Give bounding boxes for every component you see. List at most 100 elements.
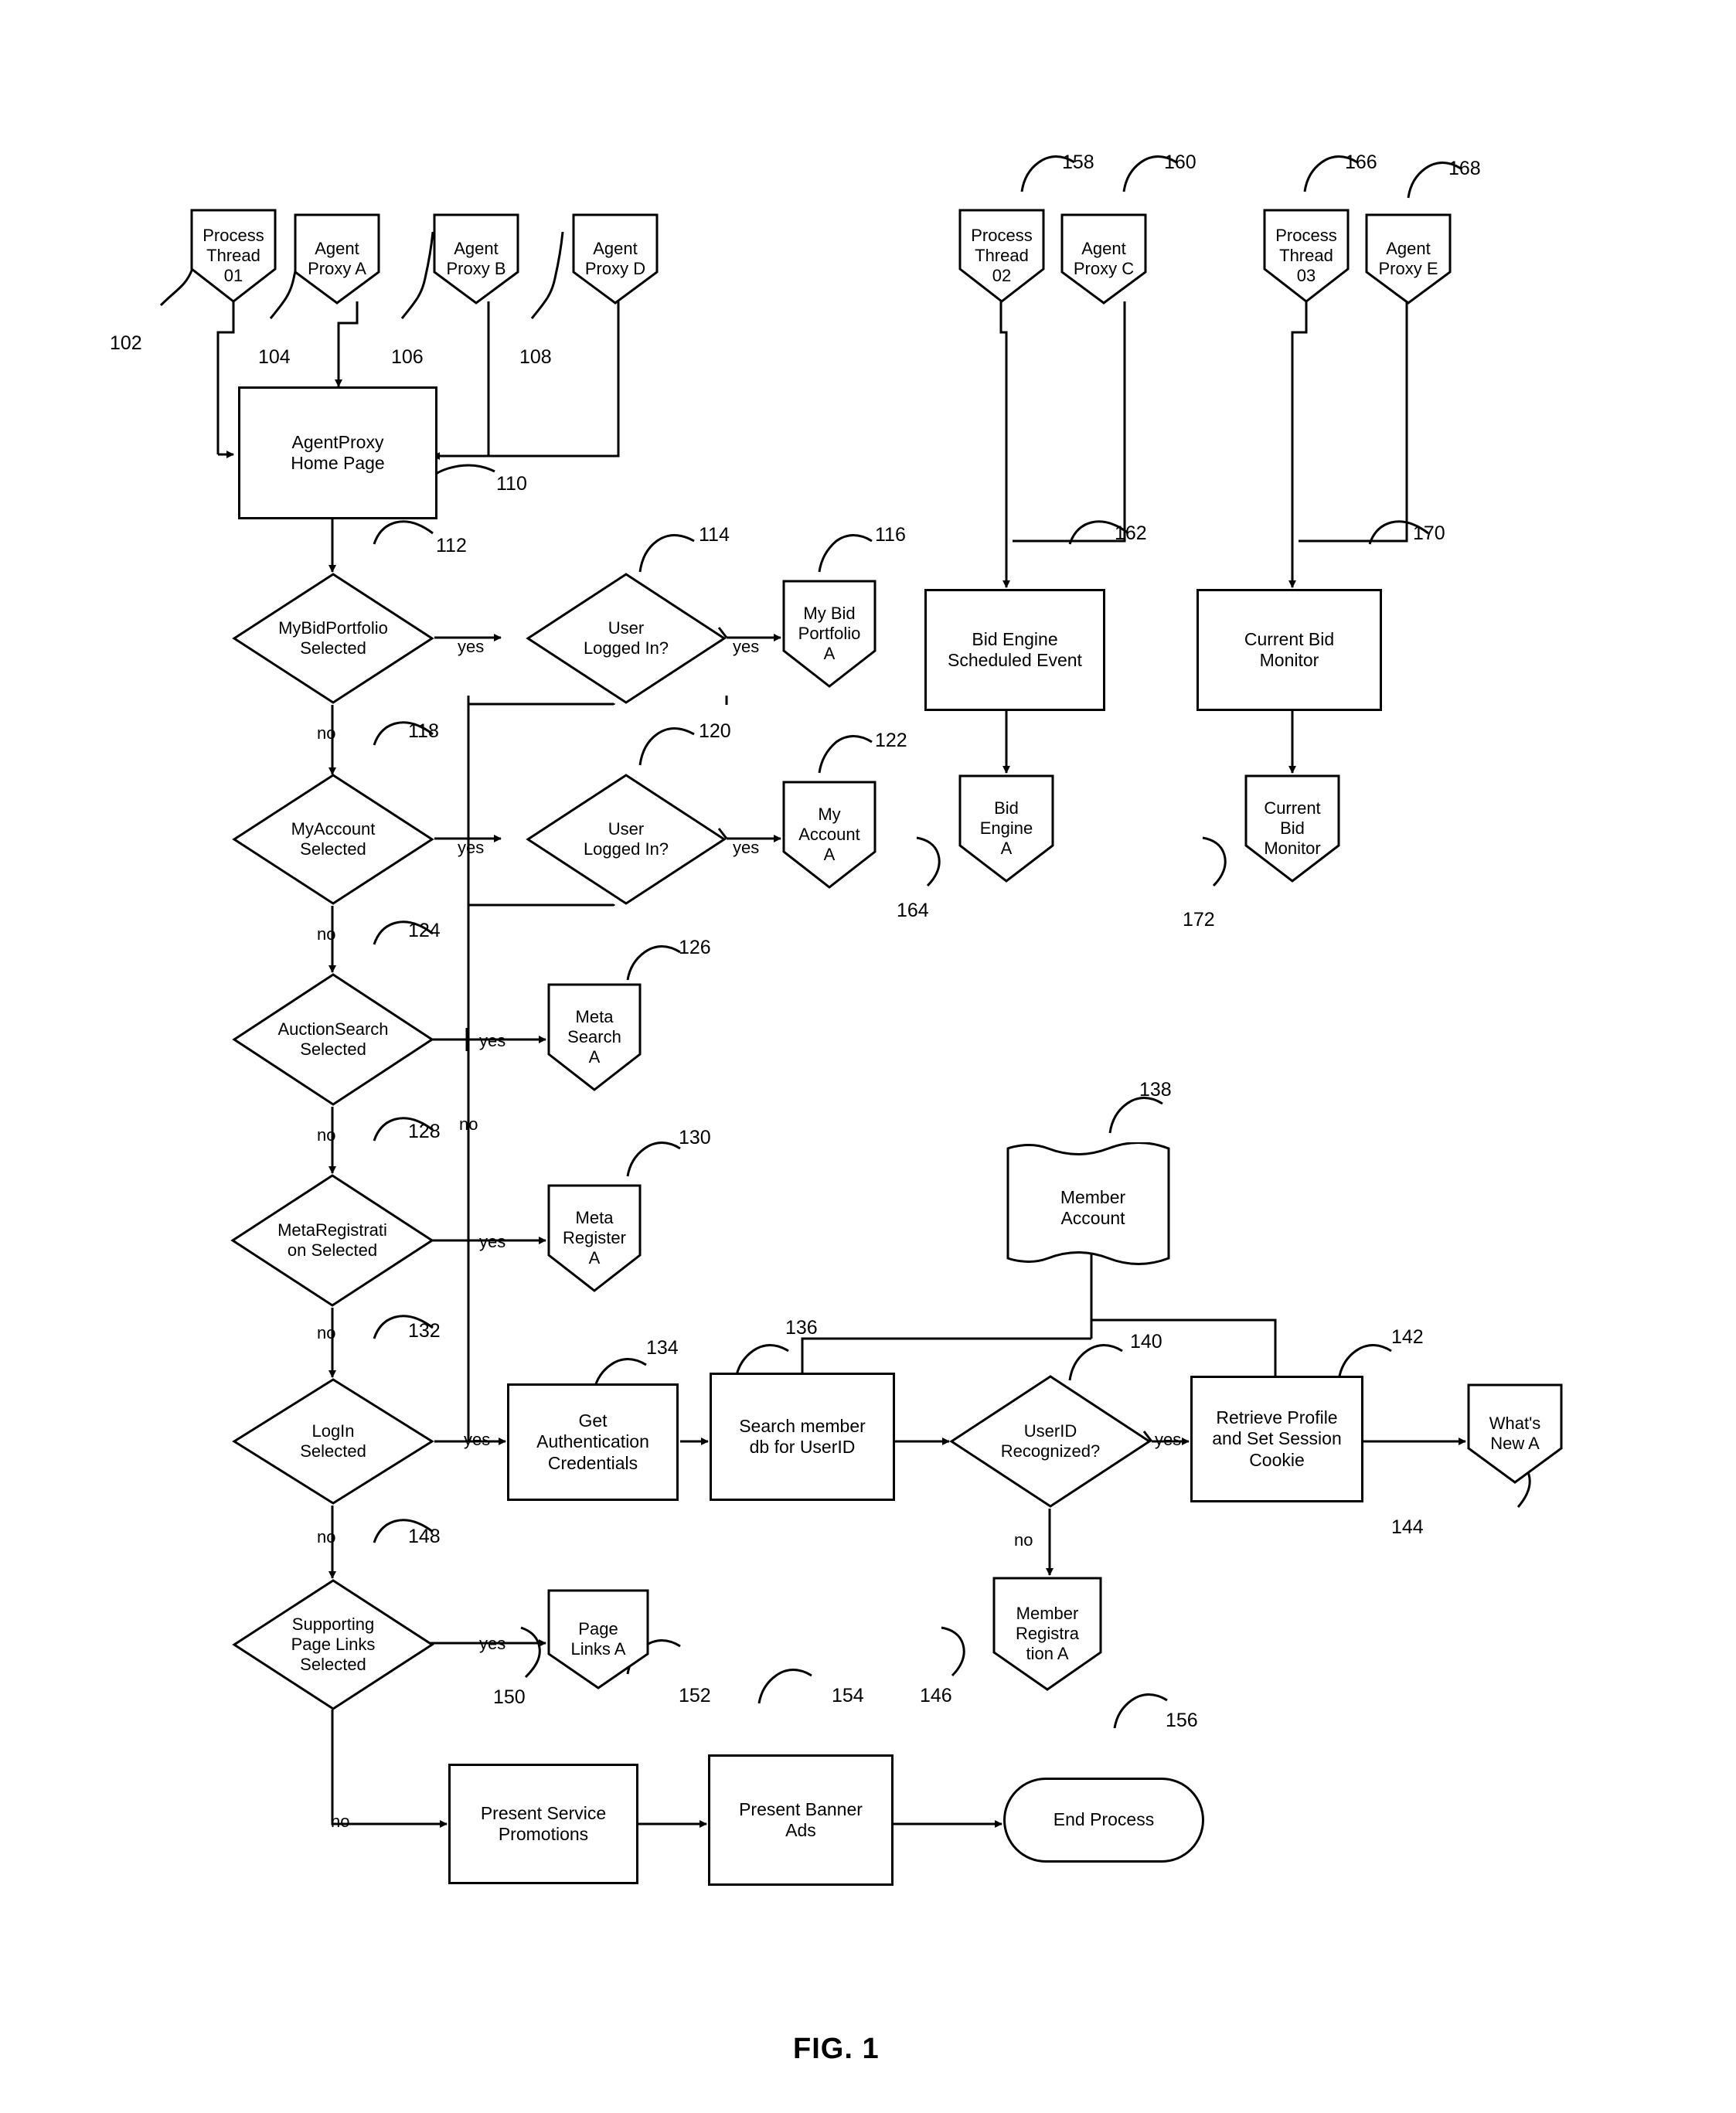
node-label: Get Authentication Credentials: [536, 1410, 649, 1473]
node-label: Meta Register A: [563, 1208, 626, 1267]
node-process-thread-01: Process Thread 01: [190, 209, 277, 303]
node-bid-engine-scheduled-event: Bid Engine Scheduled Event: [924, 589, 1105, 711]
edge-label-yes: yes: [464, 1430, 491, 1449]
node-auctionsearch-selected: AuctionSearch Selected: [232, 972, 434, 1107]
ref-number-110: 110: [496, 473, 527, 495]
node-label: MyAccount Selected: [291, 819, 376, 859]
node-label: MetaRegistrati on Selected: [277, 1220, 387, 1260]
node-label: Process Thread 01: [203, 226, 264, 285]
node-present-service-promotions: Present Service Promotions: [448, 1764, 638, 1884]
node-label: Meta Search A: [567, 1007, 621, 1067]
figure-sheet: Process Thread 01 Agent Proxy A Agent Pr…: [0, 0, 1736, 2113]
ref-number-136: 136: [785, 1317, 818, 1339]
node-label: Member Registra tion A: [1016, 1604, 1079, 1663]
node-meta-register-a: Meta Register A: [547, 1184, 642, 1292]
edge-label-yes: yes: [1155, 1430, 1182, 1449]
node-label: AuctionSearch Selected: [277, 1019, 389, 1059]
node-present-banner-ads: Present Banner Ads: [708, 1754, 894, 1886]
ref-number-170: 170: [1413, 522, 1445, 544]
node-label: Bid Engine A: [979, 798, 1033, 858]
edge-label-no: no: [1014, 1530, 1033, 1550]
ref-number-122: 122: [875, 730, 907, 751]
node-agent-proxy-d: Agent Proxy D: [572, 213, 659, 305]
node-get-authentication-credentials: Get Authentication Credentials: [507, 1383, 679, 1501]
node-agent-proxy-b: Agent Proxy B: [433, 213, 519, 305]
ref-number-114: 114: [699, 524, 730, 546]
edge-label-no: no: [317, 924, 336, 944]
ref-number-106: 106: [391, 346, 424, 368]
node-agent-proxy-e: Agent Proxy E: [1365, 213, 1452, 305]
edge-label-no: no: [317, 1527, 336, 1546]
node-member-registration-a: Member Registra tion A: [992, 1577, 1102, 1691]
edge-label-no: no: [331, 1812, 350, 1831]
ref-number-142: 142: [1391, 1326, 1424, 1348]
ref-number-154: 154: [832, 1685, 864, 1706]
node-label: Present Banner Ads: [739, 1798, 863, 1840]
node-label: My Account A: [798, 805, 860, 864]
edge-label-no: no: [317, 723, 336, 743]
edge-label-yes: yes: [458, 637, 485, 656]
node-mybidportfolio-selected: MyBidPortfolio Selected: [232, 572, 434, 705]
ref-number-104: 104: [258, 346, 291, 368]
node-label: Current Bid Monitor: [1244, 628, 1335, 670]
ref-number-130: 130: [679, 1127, 711, 1148]
node-label: Agent Proxy D: [584, 239, 646, 278]
ref-number-158: 158: [1062, 151, 1094, 173]
ref-number-128: 128: [408, 1121, 441, 1142]
ref-number-172: 172: [1183, 909, 1215, 931]
node-label: Supporting Page Links Selected: [291, 1615, 376, 1674]
ref-number-162: 162: [1115, 522, 1147, 544]
node-label: User Logged In?: [583, 618, 669, 658]
ref-number-166: 166: [1345, 151, 1377, 173]
edge-label-yes: yes: [479, 1232, 506, 1251]
node-label: Member Account: [1060, 1186, 1126, 1228]
node-label: Process Thread 03: [1275, 226, 1337, 285]
node-page-links-a: Page Links A: [547, 1589, 649, 1689]
ref-number-116: 116: [875, 524, 906, 546]
node-label: Agent Proxy A: [308, 239, 366, 278]
node-retrieve-profile-set-cookie: Retrieve Profile and Set Session Cookie: [1190, 1376, 1363, 1502]
node-label: User Logged In?: [583, 819, 669, 859]
node-label: Bid Engine Scheduled Event: [948, 628, 1082, 670]
ref-number-164: 164: [897, 900, 929, 921]
node-label: Page Links A: [570, 1619, 626, 1659]
node-end-process: End Process: [1003, 1778, 1204, 1863]
node-user-logged-in-1: User Logged In?: [526, 572, 727, 705]
node-current-bid-monitor: Current Bid Monitor: [1196, 589, 1382, 711]
edge-label-no: no: [317, 1323, 336, 1342]
node-label: LogIn Selected: [300, 1421, 366, 1461]
node-label: Agent Proxy E: [1378, 239, 1438, 278]
node-label: UserID Recognized?: [1000, 1421, 1101, 1461]
ref-number-120: 120: [699, 720, 731, 742]
node-meta-search-a: Meta Search A: [547, 983, 642, 1091]
node-myaccount-selected: MyAccount Selected: [232, 773, 434, 906]
edge-label-no: no: [317, 1125, 336, 1145]
node-agent-proxy-c: Agent Proxy C: [1060, 213, 1147, 305]
node-agentproxy-home-page: AgentProxy Home Page: [238, 386, 437, 519]
node-current-bid-monitor-ref: Current Bid Monitor: [1244, 774, 1340, 883]
edge-label-no-rail: no: [459, 1114, 478, 1134]
ref-number-168: 168: [1448, 158, 1481, 179]
node-my-bid-portfolio-a: My Bid Portfolio A: [782, 580, 877, 688]
node-search-member-db: Search member db for UserID: [710, 1373, 895, 1501]
node-label: Search member db for UserID: [739, 1415, 866, 1457]
ref-number-112: 112: [436, 535, 467, 556]
node-userid-recognized: UserID Recognized?: [949, 1374, 1152, 1509]
ref-number-134: 134: [646, 1337, 679, 1359]
ref-number-144: 144: [1391, 1516, 1424, 1538]
node-label: Current Bid Monitor: [1264, 798, 1321, 858]
edge-label-yes: yes: [479, 1634, 506, 1653]
node-label: Process Thread 02: [971, 226, 1033, 285]
ref-number-108: 108: [519, 346, 552, 368]
ref-number-126: 126: [679, 937, 711, 958]
ref-number-148: 148: [408, 1526, 441, 1547]
node-label: Retrieve Profile and Set Session Cookie: [1212, 1407, 1342, 1470]
ref-number-132: 132: [408, 1320, 441, 1342]
ref-number-138: 138: [1139, 1079, 1172, 1101]
ref-number-118: 118: [408, 720, 439, 742]
node-process-thread-02: Process Thread 02: [958, 209, 1045, 303]
node-label: AgentProxy Home Page: [291, 431, 385, 473]
node-metaregistration-selected: MetaRegistrati on Selected: [230, 1173, 434, 1308]
edge-label-yes: yes: [458, 838, 485, 857]
ref-number-160: 160: [1164, 151, 1196, 173]
